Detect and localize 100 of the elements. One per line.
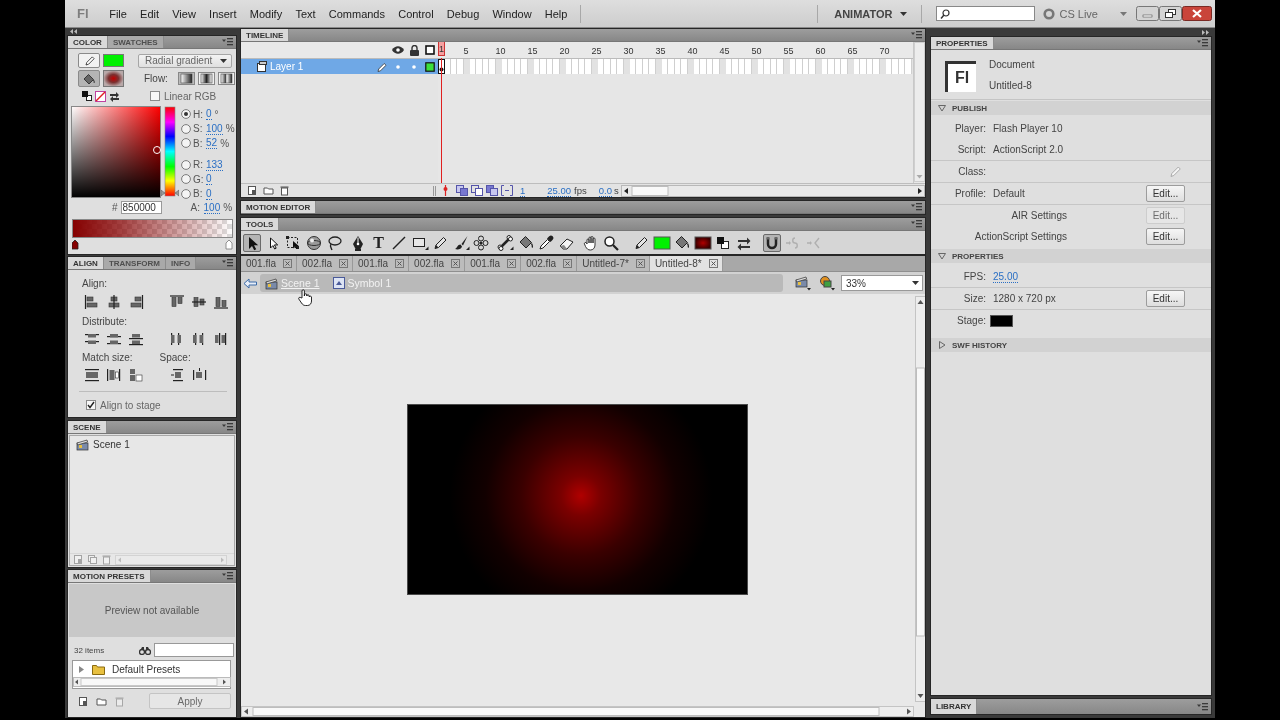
- caret-icon[interactable]: [912, 281, 919, 285]
- zoom-dropdown[interactable]: 33%: [841, 275, 923, 291]
- align-left-icon[interactable]: [84, 295, 100, 309]
- color-swatch-icon[interactable]: [652, 233, 671, 252]
- scrollbar[interactable]: [241, 705, 914, 717]
- scrollbar[interactable]: [914, 42, 925, 182]
- panel-tab[interactable]: TIMELINE: [241, 29, 290, 41]
- outline-square-icon[interactable]: [425, 45, 435, 55]
- expand-arrows-icon[interactable]: [1202, 29, 1209, 35]
- channel-value[interactable]: 52: [206, 137, 218, 150]
- radio-button[interactable]: [181, 188, 191, 199]
- panel-menu-icon[interactable]: [1197, 39, 1208, 47]
- scrollbar[interactable]: [73, 677, 231, 687]
- hue-slider[interactable]: [161, 106, 179, 200]
- checkbox[interactable]: [150, 91, 160, 101]
- new-page-icon[interactable]: [247, 185, 258, 196]
- menu-item[interactable]: Text: [288, 7, 323, 20]
- slashed-square-icon[interactable]: [95, 90, 106, 102]
- text-tool[interactable]: T: [369, 233, 388, 252]
- panel-tab[interactable]: LIBRARY: [931, 699, 978, 714]
- panel-tab[interactable]: INFO: [166, 257, 197, 269]
- channel-value[interactable]: 0: [206, 187, 212, 200]
- close-icon[interactable]: [339, 259, 349, 268]
- panel-tab[interactable]: TRANSFORM: [103, 257, 166, 269]
- panel-tab[interactable]: MOTION EDITOR: [241, 201, 317, 213]
- overlapping-squares-icon[interactable]: [82, 91, 92, 101]
- swap-arrows-icon[interactable]: [109, 90, 120, 102]
- color-picker-field[interactable]: [71, 106, 161, 198]
- close-icon[interactable]: [708, 259, 718, 268]
- bracket-icon[interactable]: [501, 185, 513, 196]
- menu-item[interactable]: Commands: [322, 7, 392, 20]
- panel-menu-icon[interactable]: [911, 31, 922, 39]
- search-field[interactable]: [936, 6, 1036, 21]
- match-width-icon[interactable]: [84, 368, 100, 382]
- triangle-icon[interactable]: [938, 341, 946, 349]
- folder-icon[interactable]: [263, 185, 274, 196]
- transform-box-icon[interactable]: [284, 233, 302, 252]
- close-icon[interactable]: [563, 259, 573, 268]
- folder-icon[interactable]: [96, 695, 107, 707]
- workspace-switcher[interactable]: ANIMATOR: [824, 7, 916, 20]
- document-tab[interactable]: 001.fla: [465, 256, 522, 271]
- menu-item[interactable]: Edit: [133, 7, 166, 20]
- tree-item[interactable]: Default Presets: [73, 661, 230, 677]
- document-tab[interactable]: 001.fla: [241, 256, 298, 271]
- scene-item[interactable]: Scene 1: [70, 436, 234, 451]
- radio-button[interactable]: [181, 174, 191, 185]
- menu-item[interactable]: Debug: [440, 7, 486, 20]
- fill-type-dropdown[interactable]: Radial gradient: [138, 53, 232, 68]
- channel-value[interactable]: 100: [206, 122, 223, 135]
- document-tab[interactable]: 001.fla: [353, 256, 410, 271]
- menu-item[interactable]: Modify: [243, 7, 289, 20]
- panel-menu-icon[interactable]: [911, 220, 922, 228]
- gradient-bar[interactable]: [72, 219, 233, 250]
- back-arrow-icon[interactable]: [244, 277, 257, 289]
- document-tab[interactable]: 002.fla: [521, 256, 578, 271]
- distribute-right-icon[interactable]: [213, 332, 229, 346]
- close-icon[interactable]: [507, 259, 517, 268]
- triangle-icon[interactable]: [938, 104, 946, 112]
- menu-item[interactable]: Help: [538, 7, 574, 20]
- gradient-ramp-icon[interactable]: [217, 72, 235, 85]
- hex-field[interactable]: 850000: [120, 201, 162, 214]
- edit-button[interactable]: Edit...: [1146, 185, 1185, 202]
- channel-value[interactable]: 133: [206, 158, 223, 171]
- close-icon[interactable]: [635, 259, 645, 268]
- panel-tab[interactable]: MOTION PRESETS: [68, 570, 151, 582]
- clapperboard-icon[interactable]: [795, 275, 811, 291]
- radio-button[interactable]: [181, 138, 191, 149]
- close-icon[interactable]: [283, 259, 293, 268]
- align-middle-icon[interactable]: [191, 295, 207, 309]
- gradient-ramp-icon[interactable]: [197, 72, 215, 85]
- restore-icon[interactable]: [1159, 6, 1182, 21]
- outline-square-icon[interactable]: [425, 61, 435, 72]
- paint-bucket-icon[interactable]: [78, 70, 100, 87]
- line-icon[interactable]: [390, 233, 408, 252]
- layered-squares-icon[interactable]: [486, 185, 498, 196]
- new-page-icon[interactable]: [78, 695, 89, 707]
- radio-button[interactable]: [181, 159, 191, 170]
- align-center-icon[interactable]: [106, 295, 122, 309]
- gradient-ramp-icon[interactable]: [177, 72, 195, 85]
- menu-item[interactable]: Control: [391, 7, 441, 20]
- triangle-icon[interactable]: [938, 252, 946, 260]
- dot-icon[interactable]: [412, 64, 416, 69]
- panel-menu-icon[interactable]: [911, 203, 922, 211]
- section-header[interactable]: SWF HISTORY: [931, 338, 1211, 352]
- panel-tab[interactable]: SCENE: [68, 421, 107, 433]
- trash-icon[interactable]: [279, 185, 290, 196]
- channel-value[interactable]: 0: [206, 173, 212, 186]
- panel-menu-icon[interactable]: [1197, 702, 1208, 711]
- pencil-icon[interactable]: [377, 61, 387, 72]
- color-swatch-icon[interactable]: [990, 314, 1013, 327]
- document-tab[interactable]: 002.fla: [297, 256, 354, 271]
- align-bottom-icon[interactable]: [213, 295, 229, 309]
- scrollbar[interactable]: [914, 296, 925, 702]
- bone-icon[interactable]: [496, 233, 514, 252]
- space-vertical-icon[interactable]: [170, 368, 186, 382]
- menu-item[interactable]: View: [165, 7, 203, 20]
- close-icon[interactable]: [395, 259, 405, 268]
- match-both-icon[interactable]: [128, 368, 144, 382]
- eye-icon[interactable]: [392, 46, 404, 54]
- grip-icon[interactable]: [433, 185, 436, 196]
